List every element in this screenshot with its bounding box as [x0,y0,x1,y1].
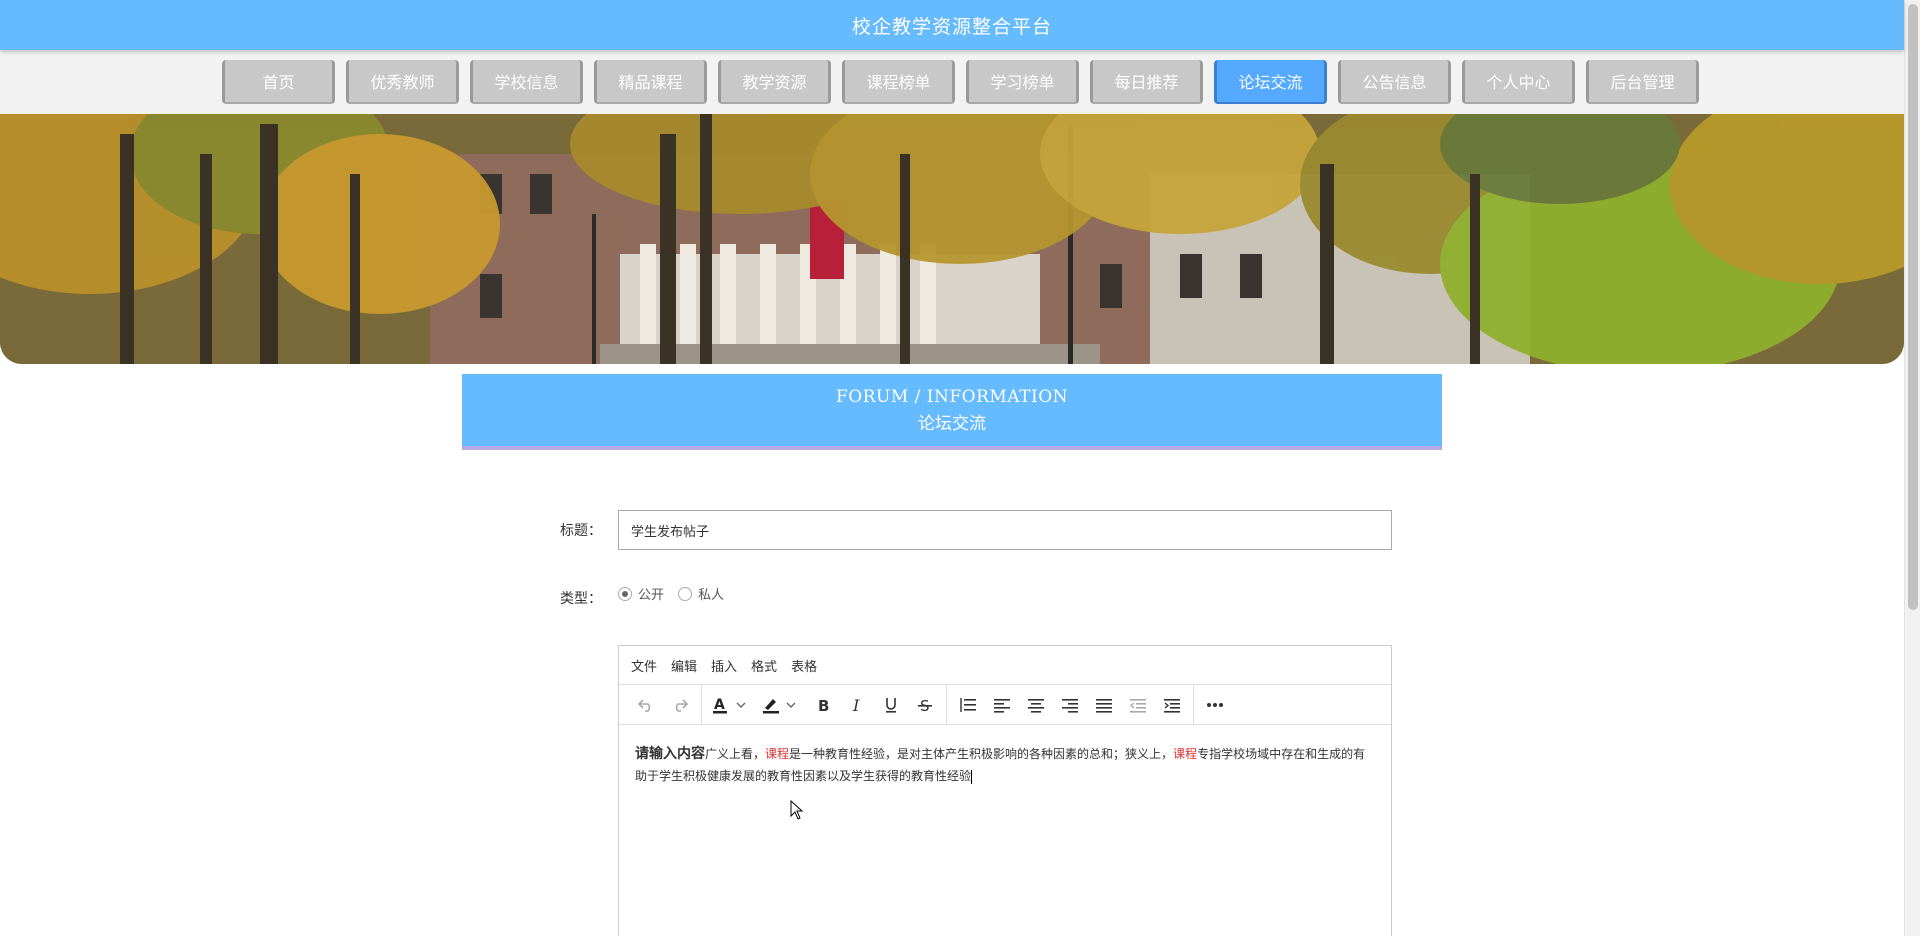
toolbar-group-alignment [947,684,1194,725]
content-text-1: 广义上看， [705,747,766,761]
campus-banner-image [0,114,1904,364]
content-highlight-2: 课程 [1173,747,1198,761]
type-label: 类型： [560,591,602,607]
menu-format[interactable]: 格式 [751,656,777,675]
nav-item-resources[interactable]: 教学资源 [718,60,831,104]
content-lead: 请输入内容 [635,746,705,762]
content-highlight-1: 课程 [765,747,790,761]
highlight-color-icon[interactable] [756,690,806,720]
line-height-icon[interactable] [951,690,985,720]
type-radio-private[interactable]: 私人 [678,584,724,603]
menu-edit[interactable]: 编辑 [671,656,697,675]
menu-file[interactable]: 文件 [631,656,657,675]
align-right-icon[interactable] [1053,690,1087,720]
bold-icon[interactable]: B [806,690,840,720]
redo-icon[interactable] [663,690,697,720]
page-scrollbar[interactable] [1904,0,1920,936]
radio-circle-checked[interactable] [618,586,632,601]
text-color-icon[interactable]: A [706,690,756,720]
undo-icon[interactable] [629,690,663,720]
nav-item-home[interactable]: 首页 [222,60,335,104]
toolbar-group-formatting: A B I S [702,684,947,725]
nav-item-study-ranking[interactable]: 学习榜单 [966,60,1079,104]
editor-menubar: 文件 编辑 插入 格式 表格 [619,646,1391,685]
svg-text:B: B [818,697,829,714]
scrollbar-thumb[interactable] [1908,4,1918,610]
align-center-icon[interactable] [1019,690,1053,720]
main-nav-bar: 首页 优秀教师 学校信息 精品课程 教学资源 课程榜单 学习榜单 每日推荐 论坛… [0,50,1904,114]
nav-item-forum[interactable]: 论坛交流 [1214,60,1327,104]
content-text-2: 是一种教育性经验，是对主体产生积极影响的各种因素的总和；狭义上， [789,747,1174,761]
section-title-en: FORUM / INFORMATION [835,386,1069,407]
type-radio-group: 公开 私人 [618,584,724,603]
section-header: FORUM / INFORMATION 论坛交流 [462,374,1442,450]
rich-text-editor: 文件 编辑 插入 格式 表格 A B I S 请输入内容广义上看，课程是一种教育… [618,645,1392,936]
toolbar-group-more [1194,685,1236,725]
section-title-cn: 论坛交流 [918,413,986,434]
justify-icon[interactable] [1087,690,1121,720]
mouse-pointer-icon [790,799,804,824]
menu-insert[interactable]: 插入 [711,656,737,675]
site-title: 校企教学资源整合平台 [851,15,1052,38]
nav-item-course-ranking[interactable]: 课程榜单 [842,60,955,104]
nav-item-announcements[interactable]: 公告信息 [1338,60,1451,104]
type-radio-public[interactable]: 公开 [618,584,664,603]
radio-circle[interactable] [678,586,693,601]
nav-item-profile[interactable]: 个人中心 [1462,60,1575,104]
nav-item-courses[interactable]: 精品课程 [594,60,707,104]
type-private-label: 私人 [698,588,725,603]
more-icon[interactable] [1198,690,1232,720]
text-caret [971,769,973,784]
site-header: 校企教学资源整合平台 [0,0,1904,50]
svg-text:I: I [852,696,860,714]
main-nav: 首页 优秀教师 学校信息 精品课程 教学资源 课程榜单 学习榜单 每日推荐 论坛… [222,60,1699,104]
indent-icon[interactable] [1155,690,1189,720]
nav-item-school-info[interactable]: 学校信息 [470,60,583,104]
toolbar-group-history [625,684,702,725]
title-label: 标题： [560,523,602,539]
type-public-label: 公开 [638,588,665,603]
nav-item-admin[interactable]: 后台管理 [1586,60,1699,104]
italic-icon[interactable]: I [840,690,874,720]
align-left-icon[interactable] [985,690,1019,720]
strikethrough-icon[interactable]: S [908,690,942,720]
editor-content-area[interactable]: 请输入内容广义上看，课程是一种教育性经验，是对主体产生积极影响的各种因素的总和；… [619,725,1391,805]
nav-item-teachers[interactable]: 优秀教师 [346,60,459,104]
title-input[interactable] [618,510,1392,550]
svg-text:A: A [714,697,725,713]
editor-toolbar: A B I S [619,684,1391,725]
nav-item-daily-recommend[interactable]: 每日推荐 [1090,60,1203,104]
menu-table[interactable]: 表格 [791,656,817,675]
underline-icon[interactable] [874,690,908,720]
outdent-icon[interactable] [1121,690,1155,720]
